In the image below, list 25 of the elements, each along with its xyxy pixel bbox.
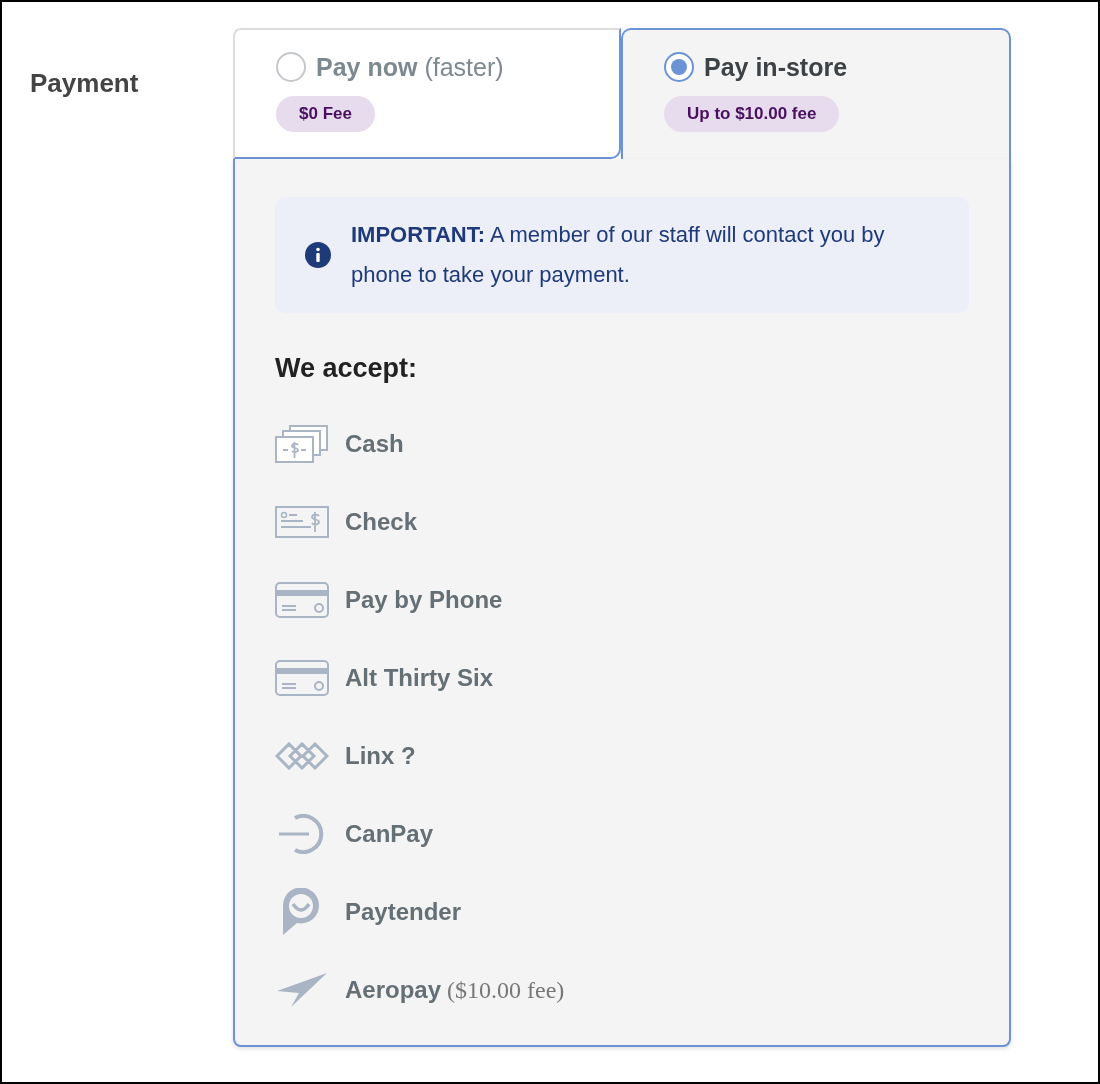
payment-method-label: Pay by Phone	[345, 586, 503, 614]
payment-option-tab[interactable]: Pay now (faster) $0 Fee	[233, 28, 621, 159]
section-label: Payment	[30, 67, 140, 100]
payment-method-label: Linx ?	[345, 742, 416, 770]
payment-method-label: Aeropay ($10.00 fee)	[345, 976, 565, 1004]
payment-method-label: Alt Thirty Six	[345, 664, 494, 692]
radio-button[interactable]	[664, 52, 694, 82]
info-icon	[305, 242, 331, 268]
radio-button[interactable]	[276, 52, 306, 82]
diamond-chain-icon	[275, 742, 329, 770]
payment-method-label: Check	[345, 508, 418, 536]
credit-card-icon	[275, 660, 329, 696]
fee-badge: $0 Fee	[276, 96, 375, 132]
payment-method-label: Paytender	[345, 898, 462, 926]
tab-label: Pay in-store	[704, 52, 848, 82]
banknotes-icon	[275, 424, 329, 464]
tab-label: Pay now (faster)	[316, 52, 504, 82]
check-document-icon	[275, 506, 329, 538]
payment-method-label: CanPay	[345, 820, 434, 848]
payment-option-tab[interactable]: Pay in-store Up to $10.00 fee	[621, 28, 1011, 159]
payment-method-label: Cash	[345, 430, 404, 458]
fee-badge: Up to $10.00 fee	[664, 96, 840, 132]
accepted-heading: We accept:	[275, 353, 419, 384]
credit-card-icon	[275, 582, 329, 618]
notice-text: IMPORTANT: A member of our staff will contact you by phone to take your payment.	[351, 221, 886, 289]
